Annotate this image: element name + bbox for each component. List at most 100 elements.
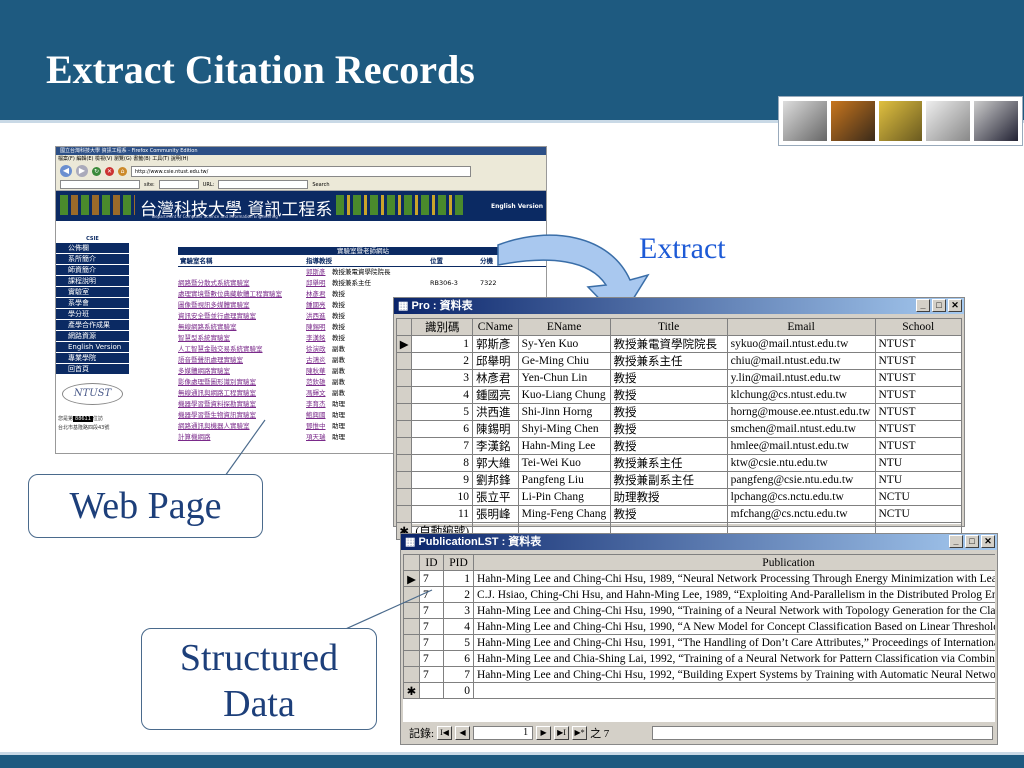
lab-cell[interactable]: 計算機網路 (178, 432, 306, 443)
table-cell[interactable]: 教授 (609, 420, 728, 438)
row-selector[interactable] (395, 471, 413, 489)
table-cell[interactable]: 10 (411, 488, 474, 506)
table-cell[interactable]: 7 (419, 586, 444, 603)
table-cell[interactable]: NTU (874, 454, 962, 472)
sidebar-item[interactable]: English Version (56, 342, 129, 353)
table-row[interactable]: 4 鍾國亮 Kuo-Liang Chung 教授 klchung@cs.ntust.ed… (395, 386, 962, 404)
row-selector[interactable] (403, 650, 420, 667)
table-cell[interactable]: Shyi-Ming Chen (517, 420, 611, 438)
record-number-field[interactable]: 1 (473, 726, 534, 740)
col-header[interactable]: PID (443, 554, 474, 571)
row-selector[interactable] (395, 505, 413, 523)
sidebar-item[interactable]: 系所簡介 (56, 254, 129, 265)
table-cell[interactable]: Li-Pin Chang (517, 488, 611, 506)
table-cell[interactable]: 邱舉明 (472, 352, 519, 370)
lab-cell[interactable]: 邱舉明 (306, 278, 332, 289)
back-icon[interactable]: ◀ (60, 165, 72, 177)
lab-cell[interactable]: 林彥君 (306, 289, 332, 300)
row-selector[interactable] (395, 488, 413, 506)
table-cell[interactable]: 7 (411, 437, 474, 455)
lab-cell[interactable]: 洪西進 (306, 311, 332, 322)
table-cell[interactable]: 鍾國亮 (472, 386, 519, 404)
table-cell[interactable]: 劉邦鋒 (472, 471, 519, 489)
row-selector[interactable] (395, 386, 413, 404)
url-field[interactable] (218, 180, 309, 189)
lab-cell[interactable]: 機器學習暨生物資訊實驗室 (178, 410, 306, 421)
table-cell[interactable]: Hahn-Ming Lee and Chia-Shing Lai, 1992, … (473, 650, 995, 667)
table-cell[interactable]: smchen@mail.ntust.edu.tw (726, 420, 876, 438)
table-cell[interactable]: 教授兼副系主任 (609, 471, 728, 489)
table-row[interactable]: 7 2 C.J. Hsiao, Ching-Chi Hsu, and Hahn-Mi… (403, 586, 995, 603)
table-row[interactable]: ▶ 1 郭斯彥 Sy-Yen Kuo 教授兼電資學院院長 sykuo@mail.ntust… (395, 335, 962, 353)
row-selector[interactable] (395, 437, 413, 455)
table-cell[interactable]: NTUST (874, 403, 962, 421)
table-cell[interactable]: NTUST (874, 352, 962, 370)
lab-cell[interactable]: 郭斯彥 (306, 267, 332, 278)
lab-cell[interactable]: 陳秋華 (306, 366, 332, 377)
col-header[interactable]: EName (517, 318, 611, 336)
search-dropdown[interactable] (60, 180, 140, 189)
table-cell[interactable]: Hahn-Ming Lee and Ching-Chi Hsu, 1989, “… (473, 570, 995, 587)
lab-cell[interactable]: 圖像暨視訊多媒體實驗室 (178, 300, 306, 311)
table-cell[interactable]: NTUST (874, 437, 962, 455)
reload-icon[interactable]: ↻ (92, 166, 101, 176)
table-cell[interactable]: Sy-Yen Kuo (517, 335, 611, 353)
row-selector[interactable] (395, 403, 413, 421)
table-cell[interactable]: 教授 (609, 369, 728, 387)
table-cell[interactable]: 0 (443, 682, 474, 699)
new-record-button[interactable]: ▶* (572, 726, 588, 740)
sidebar-item[interactable]: 課程說明 (56, 276, 129, 287)
row-selector[interactable] (403, 666, 420, 683)
close-button[interactable]: ✕ (948, 299, 962, 312)
lab-cell[interactable]: 鮑興國 (306, 410, 332, 421)
lab-cell[interactable]: 鍾國亮 (306, 300, 332, 311)
lab-cell[interactable]: 鄧惟中 (306, 421, 332, 432)
col-header[interactable]: Email (726, 318, 876, 336)
lab-cell[interactable]: 范欽雄 (306, 377, 332, 388)
table-cell[interactable] (473, 682, 995, 699)
lab-cell[interactable]: 李漢銘 (306, 333, 332, 344)
table-cell[interactable]: mfchang@cs.nctu.edu.tw (726, 505, 876, 523)
lab-cell[interactable]: 無線網路系統實驗室 (178, 322, 306, 333)
row-selector[interactable] (403, 634, 420, 651)
table-row[interactable]: 7 3 Hahn-Ming Lee and Ching-Chi Hsu, 1990,… (403, 602, 995, 619)
table-row[interactable]: ▶ 7 1 Hahn-Ming Lee and Ching-Chi Hsu, 1989… (403, 570, 995, 587)
table-cell[interactable]: 洪西進 (472, 403, 519, 421)
table-cell[interactable]: pangfeng@csie.ntu.edu.tw (726, 471, 876, 489)
table-cell[interactable]: ktw@csie.ntu.edu.tw (726, 454, 876, 472)
row-selector[interactable] (395, 369, 413, 387)
row-selector[interactable] (403, 618, 420, 635)
table-cell[interactable]: 教授 (609, 403, 728, 421)
row-selector[interactable] (395, 420, 413, 438)
col-header[interactable]: ID (419, 554, 444, 571)
table-cell[interactable]: 陳錫明 (472, 420, 519, 438)
table-cell[interactable]: 林彥君 (472, 369, 519, 387)
table-cell[interactable]: 張明峰 (472, 505, 519, 523)
table-row[interactable]: 9 劉邦鋒 Pangfeng Liu 教授兼副系主任 pangfeng@csie.ntu… (395, 471, 962, 489)
lab-cell[interactable]: 人工智慧金融交易系統實驗室 (178, 344, 306, 355)
row-selector[interactable]: ▶ (395, 335, 413, 353)
table-cell[interactable]: Hahn-Ming Lee and Ching-Chi Hsu, 1992, “… (473, 666, 995, 683)
lab-cell[interactable]: 資訊安全暨並行處理實驗室 (178, 311, 306, 322)
lab-cell[interactable]: 影像處理暨圖形識別實驗室 (178, 377, 306, 388)
table-cell[interactable]: Kuo-Liang Chung (517, 386, 611, 404)
close-button[interactable]: ✕ (981, 535, 995, 548)
table-cell[interactable]: 4 (443, 618, 474, 635)
table-cell[interactable]: horng@mouse.ee.ntust.edu.tw (726, 403, 876, 421)
table-cell[interactable]: 教授 (609, 505, 728, 523)
table-row[interactable]: 7 李漢銘 Hahn-Ming Lee 教授 hmlee@mail.ntust.edu.… (395, 437, 962, 455)
table-cell[interactable]: Hahn-Ming Lee and Ching-Chi Hsu, 1990, “… (473, 618, 995, 635)
table-cell[interactable]: 5 (411, 403, 474, 421)
table-row[interactable]: 7 7 Hahn-Ming Lee and Ching-Chi Hsu, 1992,… (403, 666, 995, 683)
table-cell[interactable]: lpchang@cs.nctu.edu.tw (726, 488, 876, 506)
table-cell[interactable]: klchung@cs.ntust.edu.tw (726, 386, 876, 404)
table-row[interactable]: 7 5 Hahn-Ming Lee and Ching-Chi Hsu, 1991,… (403, 634, 995, 651)
lab-cell[interactable]: 網路通訊與機器人實驗室 (178, 421, 306, 432)
table-cell[interactable]: 6 (443, 650, 474, 667)
table-cell[interactable]: 教授兼系主任 (609, 454, 728, 472)
row-selector[interactable] (403, 602, 420, 619)
row-selector[interactable] (403, 586, 420, 603)
table-cell[interactable]: 6 (411, 420, 474, 438)
table-cell[interactable]: 助理教授 (609, 488, 728, 506)
table-cell[interactable]: 3 (411, 369, 474, 387)
